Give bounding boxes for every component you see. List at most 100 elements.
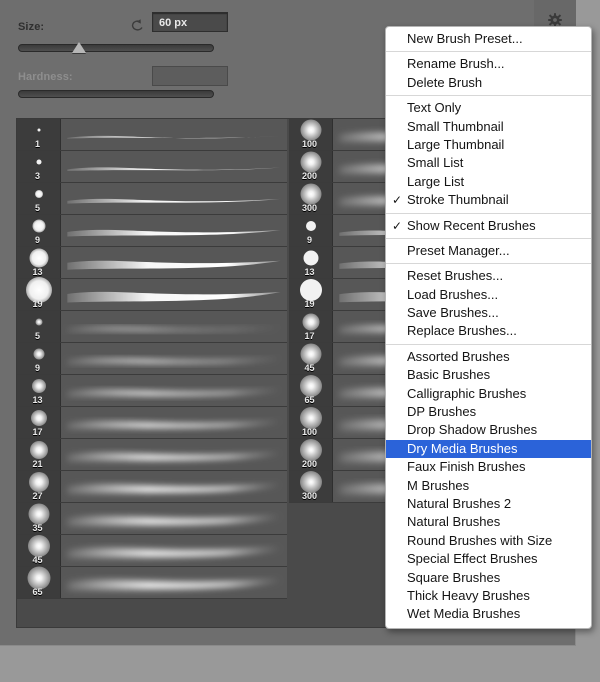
reset-arrow-icon[interactable] <box>130 18 146 32</box>
menu-item[interactable]: Calligraphic Brushes <box>386 385 591 403</box>
brush-stroke-cell[interactable] <box>61 279 287 310</box>
menu-item-label: Dry Media Brushes <box>407 440 518 456</box>
brush-stroke-cell[interactable] <box>61 151 287 182</box>
size-slider[interactable] <box>18 42 214 53</box>
brush-stroke-cell[interactable] <box>61 567 287 598</box>
menu-item[interactable]: M Brushes <box>386 477 591 495</box>
menu-item[interactable]: Round Brushes with Size <box>386 532 591 550</box>
menu-item[interactable]: DP Brushes <box>386 403 591 421</box>
brush-preset-row[interactable]: 65 <box>17 566 287 599</box>
menu-item[interactable]: Preset Manager... <box>386 242 591 260</box>
menu-item[interactable]: Delete Brush <box>386 74 591 92</box>
menu-item[interactable]: Basic Brushes <box>386 366 591 384</box>
menu-item[interactable]: ✓ Stroke Thumbnail <box>386 191 591 209</box>
brush-tip-cell[interactable]: 5 <box>17 311 61 342</box>
menu-item-label: Round Brushes with Size <box>407 532 553 548</box>
brush-tip-cell[interactable]: 200 <box>289 439 333 470</box>
brush-tip-cell[interactable]: 45 <box>289 343 333 374</box>
brush-stroke-cell[interactable] <box>61 311 287 342</box>
brush-preset-row[interactable]: 5 <box>17 311 287 343</box>
menu-item[interactable]: Large List <box>386 173 591 191</box>
menu-item[interactable]: Drop Shadow Brushes <box>386 421 591 439</box>
brush-stroke-cell[interactable] <box>61 503 287 534</box>
brush-tip-cell[interactable]: 3 <box>17 151 61 182</box>
brush-tip-cell[interactable]: 200 <box>289 151 333 182</box>
brush-tip-cell[interactable]: 21 <box>17 439 61 470</box>
brush-preset-row[interactable]: 13 <box>17 375 287 407</box>
brush-column-left[interactable]: 1 3 5 9 13 19 5 9 13 17 21 27 35 45 65 <box>17 119 287 627</box>
brush-preset-row[interactable]: 17 <box>17 407 287 439</box>
brush-tip-cell[interactable]: 27 <box>17 471 61 502</box>
brush-preset-flyout-menu[interactable]: New Brush Preset... Rename Brush... Delete… <box>385 26 592 629</box>
menu-item[interactable]: Natural Brushes <box>386 513 591 531</box>
menu-item-label: Calligraphic Brushes <box>407 385 527 401</box>
brush-preset-row[interactable]: 35 <box>17 503 287 535</box>
menu-item[interactable]: Rename Brush... <box>386 55 591 73</box>
brush-stroke-cell[interactable] <box>61 375 287 406</box>
brush-tip-cell[interactable]: 17 <box>17 407 61 438</box>
brush-stroke-cell[interactable] <box>61 407 287 438</box>
brush-stroke-cell[interactable] <box>61 535 287 566</box>
brush-stroke-cell[interactable] <box>61 343 287 374</box>
menu-item-label: Drop Shadow Brushes <box>407 422 538 438</box>
brush-preset-row[interactable]: 21 <box>17 439 287 471</box>
menu-item[interactable]: Small Thumbnail <box>386 118 591 136</box>
brush-preset-row[interactable]: 3 <box>17 151 287 183</box>
brush-tip-cell[interactable]: 13 <box>289 247 333 278</box>
menu-item[interactable]: Reset Brushes... <box>386 267 591 285</box>
menu-item[interactable]: Special Effect Brushes <box>386 550 591 568</box>
brush-stroke-cell[interactable] <box>61 215 287 246</box>
size-slider-thumb[interactable] <box>72 42 87 53</box>
brush-tip-cell[interactable]: 45 <box>17 535 61 566</box>
menu-item[interactable]: Faux Finish Brushes <box>386 458 591 476</box>
menu-item[interactable]: Square Brushes <box>386 569 591 587</box>
brush-stroke-cell[interactable] <box>61 183 287 214</box>
menu-item[interactable]: Wet Media Brushes <box>386 605 591 623</box>
brush-stroke-cell[interactable] <box>61 471 287 502</box>
menu-item[interactable]: New Brush Preset... <box>386 30 591 48</box>
menu-separator <box>386 95 591 97</box>
menu-item[interactable]: Assorted Brushes <box>386 348 591 366</box>
menu-item[interactable]: Text Only <box>386 99 591 117</box>
brush-tip-cell[interactable]: 17 <box>289 311 333 342</box>
hardness-slider[interactable] <box>18 90 214 98</box>
menu-item[interactable]: Save Brushes... <box>386 304 591 322</box>
menu-item[interactable]: Replace Brushes... <box>386 322 591 340</box>
brush-preset-row[interactable]: 9 <box>17 343 287 375</box>
brush-tip-cell[interactable]: 9 <box>17 215 61 246</box>
brush-preset-row[interactable]: 1 <box>17 119 287 151</box>
menu-item[interactable]: Large Thumbnail <box>386 136 591 154</box>
brush-stroke-cell[interactable] <box>61 119 287 150</box>
brush-preset-row[interactable]: 27 <box>17 471 287 503</box>
brush-preset-row[interactable]: 13 <box>17 247 287 279</box>
brush-preset-row[interactable]: 5 <box>17 183 287 215</box>
brush-tip-cell[interactable]: 13 <box>17 375 61 406</box>
menu-item[interactable]: Natural Brushes 2 <box>386 495 591 513</box>
brush-preset-row[interactable]: 9 <box>17 215 287 247</box>
menu-item[interactable]: Small List <box>386 154 591 172</box>
brush-tip-cell[interactable]: 9 <box>17 343 61 374</box>
brush-preset-row[interactable]: 19 <box>17 277 287 311</box>
brush-tip-cell[interactable]: 100 <box>289 119 333 150</box>
brush-tip-cell[interactable]: 9 <box>289 215 333 246</box>
brush-tip-cell[interactable]: 19 <box>17 277 61 310</box>
menu-item[interactable]: Load Brushes... <box>386 286 591 304</box>
brush-stroke-cell[interactable] <box>61 247 287 278</box>
brush-preset-row[interactable]: 45 <box>17 535 287 567</box>
brush-tip-cell[interactable]: 1 <box>17 119 61 150</box>
size-value-field[interactable]: 60 px <box>152 12 228 32</box>
brush-tip-cell[interactable]: 65 <box>289 375 333 406</box>
brush-tip-cell[interactable]: 100 <box>289 407 333 438</box>
brush-tip-cell[interactable]: 300 <box>289 183 333 214</box>
brush-tip-cell[interactable]: 65 <box>17 566 61 598</box>
hardness-value-field[interactable] <box>152 66 228 86</box>
brush-tip-cell[interactable]: 300 <box>289 471 333 502</box>
menu-item[interactable]: Thick Heavy Brushes <box>386 587 591 605</box>
brush-tip-cell[interactable]: 35 <box>17 503 61 534</box>
brush-tip-cell[interactable]: 5 <box>17 183 61 214</box>
brush-tip-cell[interactable]: 19 <box>289 279 333 310</box>
brush-stroke-cell[interactable] <box>61 439 287 470</box>
menu-item[interactable]: ✓ Show Recent Brushes <box>386 217 591 235</box>
brush-tip-cell[interactable]: 13 <box>17 247 61 278</box>
menu-item[interactable]: Dry Media Brushes <box>386 439 591 459</box>
